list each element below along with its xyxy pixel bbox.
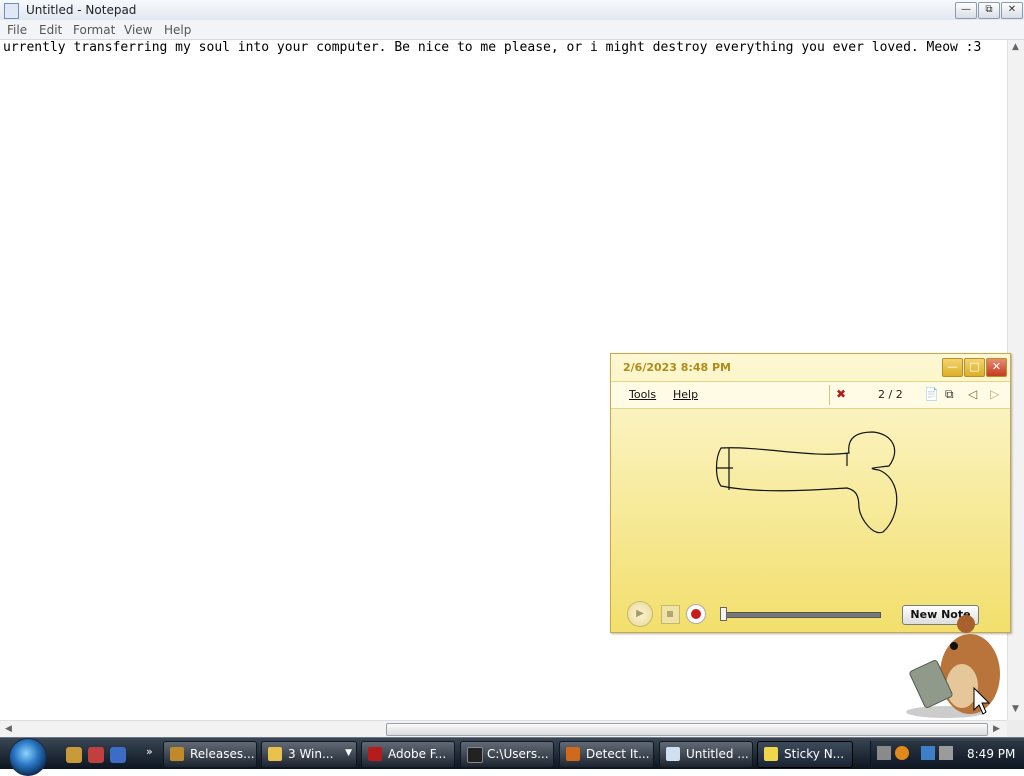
ink-drawing-canvas[interactable] [611,408,1010,593]
volume-muted-icon[interactable] [939,746,953,760]
windows-start-icon[interactable] [9,738,47,776]
taskbar-button-windows-group[interactable]: 3 Win... ▼ [261,741,357,768]
new-note-icon[interactable]: 📄 [924,387,939,401]
delete-note-icon[interactable]: ✖ [836,387,846,401]
menu-format[interactable]: Format [73,23,115,37]
taskbar-label: C:\Users... [487,747,549,761]
previous-note-icon[interactable]: ◁ [968,387,977,401]
playback-slider[interactable] [721,612,881,618]
taskbar-label: Releases... [190,747,255,761]
menu-file[interactable]: File [7,23,27,37]
clock[interactable]: 8:49 PM [967,747,1015,761]
next-note-icon[interactable]: ▷ [990,387,999,401]
taskbar-button-sticky-notes[interactable]: Sticky N... [757,741,853,768]
note-timestamp: 2/6/2023 8:48 PM [623,361,731,374]
sticky-menu-help[interactable]: Help [673,388,698,401]
horizontal-scroll-thumb[interactable] [386,723,988,736]
scroll-up-icon[interactable]: ▲ [1012,42,1019,52]
sticky-menu-tools[interactable]: Tools [629,388,656,401]
notepad-icon [4,3,19,19]
notepad-titlebar[interactable]: Untitled - Notepad — ⧉ ✕ [0,0,1024,21]
restore-button[interactable]: ⧉ [978,2,1000,19]
menu-edit[interactable]: Edit [39,23,62,37]
quicklaunch-desktop-icon[interactable] [110,747,126,763]
sticky-minimize-button[interactable]: — [942,358,963,377]
taskbar-label: Detect It... [586,747,650,761]
folder-icon [268,747,282,761]
ink-drawing [715,431,898,534]
menu-view[interactable]: View [124,23,152,37]
sticky-close-button[interactable]: ✕ [986,358,1007,377]
toolbar-divider [829,385,830,405]
network-icon[interactable] [921,746,935,760]
sticky-notes-icon [764,747,778,761]
quicklaunch-more-icon[interactable]: » [146,745,153,758]
playback-slider-thumb[interactable] [720,607,727,621]
taskbar-button-notepad[interactable]: Untitled ... [659,741,753,768]
menu-help[interactable]: Help [164,23,191,37]
flash-icon [368,747,382,761]
taskbar-label: 3 Win... [288,747,334,761]
scroll-down-icon[interactable]: ▼ [1012,704,1019,714]
cmd-icon [467,747,483,763]
resize-grip[interactable] [1007,720,1024,737]
hamster-belly [946,664,978,708]
taskbar-button-detect-it[interactable]: Detect It... [559,741,654,768]
sticky-maximize-button[interactable]: □ [964,358,985,377]
taskbar: » Releases... 3 Win... ▼ Adobe F... C:\U… [0,737,1024,776]
sticky-toolbar: Tools Help ✖ 2 / 2 📄 ⧉ ◁ ▷ [611,381,1010,409]
hamster-eye [950,642,958,650]
quicklaunch-browser-icon[interactable] [88,747,104,763]
copy-note-icon[interactable]: ⧉ [945,387,954,402]
taskbar-label: Sticky N... [784,747,845,761]
quicklaunch-explorer-icon[interactable] [66,747,82,763]
record-icon[interactable] [686,604,706,624]
taskbar-button-releases[interactable]: Releases... [163,741,257,768]
chevron-down-icon: ▼ [345,748,352,758]
window-title: Untitled - Notepad [26,3,137,17]
hamster-ear [957,615,975,633]
hamster-mascot-icon [906,615,1000,718]
note-counter: 2 / 2 [878,388,903,401]
taskbar-button-cmd[interactable]: C:\Users... [460,741,554,768]
close-button[interactable]: ✕ [1001,2,1023,19]
taskbar-button-adobe[interactable]: Adobe F... [361,741,455,768]
taskbar-label: Adobe F... [388,747,447,761]
tray-search-icon[interactable] [895,746,909,760]
text-editor[interactable]: urrently transferring my soul into your … [3,40,1003,60]
scroll-right-icon[interactable]: ▶ [993,724,1000,734]
app-icon [566,747,580,761]
globe-icon [170,747,184,761]
system-tray: 8:49 PM [870,741,1024,766]
stop-icon[interactable] [661,605,680,624]
scroll-left-icon[interactable]: ◀ [5,724,12,734]
taskbar-label: Untitled ... [686,747,749,761]
sticky-note-window[interactable]: 2/6/2023 8:48 PM — □ ✕ Tools Help ✖ 2 / … [610,353,1011,633]
horizontal-scrollbar[interactable]: ◀ ▶ [0,720,1007,738]
play-icon[interactable]: ▶ [627,601,653,627]
menu-bar: File Edit Format View Help [0,20,1024,40]
tray-app-icon[interactable] [877,746,891,760]
notepad-icon [666,747,680,761]
minimize-button[interactable]: — [955,2,977,19]
